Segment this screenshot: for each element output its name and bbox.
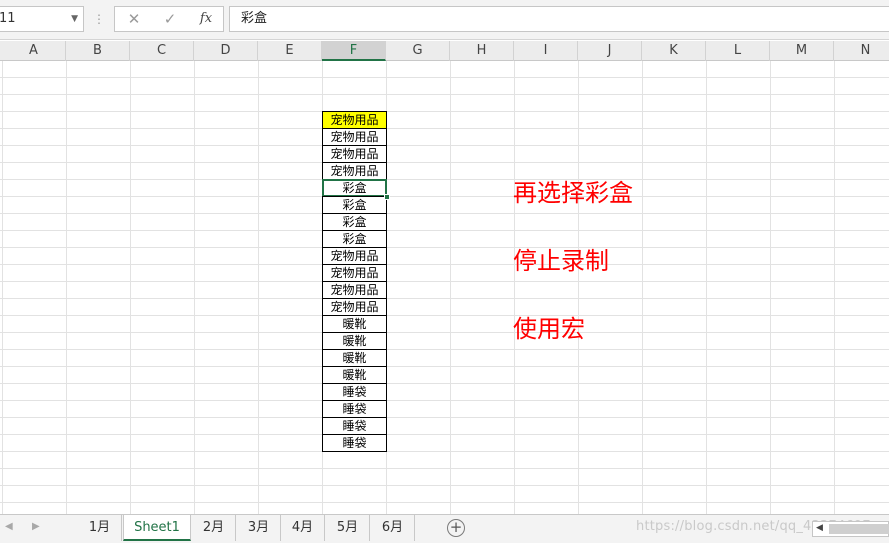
column-header-k[interactable]: K xyxy=(642,41,706,61)
add-sheet-icon[interactable]: + xyxy=(447,519,465,537)
column-header-l[interactable]: L xyxy=(706,41,770,61)
table-cell[interactable]: 宠物用品 xyxy=(322,264,387,282)
drag-handle-icon[interactable]: ⋮ xyxy=(93,10,105,28)
sheet-tab[interactable]: Sheet1 xyxy=(123,515,191,541)
table-cell[interactable]: 彩盒 xyxy=(322,196,387,214)
column-header-b[interactable]: B xyxy=(66,41,130,61)
scroll-tabs-right-icon[interactable]: ▶ xyxy=(32,521,40,532)
sheet-tab-bar: ◀ ▶ 1月 Sheet1 2月 3月 4月 5月 6月 + https://blog.cs… xyxy=(0,514,889,543)
table-cell[interactable]: 睡袋 xyxy=(322,417,387,435)
formula-buttons: ✕ ✓ fx xyxy=(114,6,224,32)
column-header-a[interactable]: A xyxy=(2,41,66,61)
sheet-tab[interactable]: 2月 xyxy=(192,515,236,541)
table-cell[interactable]: 暖靴 xyxy=(322,315,387,333)
column-header-n[interactable]: N xyxy=(834,41,889,61)
column-header-m[interactable]: M xyxy=(770,41,834,61)
sheet-tab[interactable]: 4月 xyxy=(281,515,325,541)
annotation-text: 再选择彩盒 xyxy=(513,179,633,207)
table-cell[interactable]: 宠物用品 xyxy=(322,247,387,265)
sheet-tab[interactable]: 5月 xyxy=(326,515,370,541)
table-cell[interactable]: 宠物用品 xyxy=(322,281,387,299)
horizontal-scrollbar[interactable]: ◀ xyxy=(812,521,889,537)
column-header-c[interactable]: C xyxy=(130,41,194,61)
column-header-row: ABCDEFGHIJKLMN xyxy=(0,41,889,61)
chevron-down-icon[interactable]: ▼ xyxy=(71,7,78,31)
active-cell[interactable]: 彩盒 xyxy=(322,179,387,197)
name-box[interactable]: 11 ▼ xyxy=(0,6,84,32)
cancel-icon[interactable]: ✕ xyxy=(119,7,149,31)
column-header-g[interactable]: G xyxy=(386,41,450,61)
table-cell[interactable]: 暖靴 xyxy=(322,366,387,384)
table-cell[interactable]: 睡袋 xyxy=(322,434,387,452)
column-header-e[interactable]: E xyxy=(258,41,322,61)
formula-bar: 11 ▼ ⋮ ✕ ✓ fx 彩盒 xyxy=(0,0,889,40)
table-cell[interactable]: 暖靴 xyxy=(322,349,387,367)
sheet-tab[interactable]: 1月 xyxy=(78,515,122,541)
annotation-text: 停止录制 xyxy=(513,247,609,275)
fill-handle[interactable] xyxy=(384,194,390,200)
cell-grid[interactable] xyxy=(0,61,889,514)
table-cell[interactable]: 暖靴 xyxy=(322,332,387,350)
formula-input[interactable]: 彩盒 xyxy=(229,6,889,32)
table-cell[interactable]: 睡袋 xyxy=(322,383,387,401)
sheet-tab[interactable]: 3月 xyxy=(237,515,281,541)
table-cell[interactable]: 宠物用品 xyxy=(322,128,387,146)
sheet-tab[interactable]: 6月 xyxy=(371,515,415,541)
scroll-left-icon[interactable]: ◀ xyxy=(816,523,823,533)
table-cell[interactable]: 睡袋 xyxy=(322,400,387,418)
column-header-j[interactable]: J xyxy=(578,41,642,61)
table-cell[interactable]: 宠物用品 xyxy=(322,298,387,316)
table-cell[interactable]: 彩盒 xyxy=(322,213,387,231)
insert-function-icon[interactable]: fx xyxy=(191,7,221,31)
column-header-f[interactable]: F xyxy=(322,41,386,61)
table-cell[interactable]: 彩盒 xyxy=(322,230,387,248)
table-cell[interactable]: 宠物用品 xyxy=(322,145,387,163)
name-box-value: 11 xyxy=(0,11,16,26)
table-cell[interactable]: 宠物用品 xyxy=(322,162,387,180)
scroll-tabs-left-icon[interactable]: ◀ xyxy=(5,521,13,532)
spreadsheet-window: 11 ▼ ⋮ ✕ ✓ fx 彩盒 ABCDEFGHIJKLMN 宠物用品 宠物用品… xyxy=(0,0,889,543)
column-header-i[interactable]: I xyxy=(514,41,578,61)
scrollbar-thumb[interactable] xyxy=(829,524,889,534)
column-header-d[interactable]: D xyxy=(194,41,258,61)
table-cell[interactable]: 宠物用品 xyxy=(322,111,387,129)
check-icon[interactable]: ✓ xyxy=(155,7,185,31)
column-header-h[interactable]: H xyxy=(450,41,514,61)
annotation-text: 使用宏 xyxy=(513,315,585,343)
